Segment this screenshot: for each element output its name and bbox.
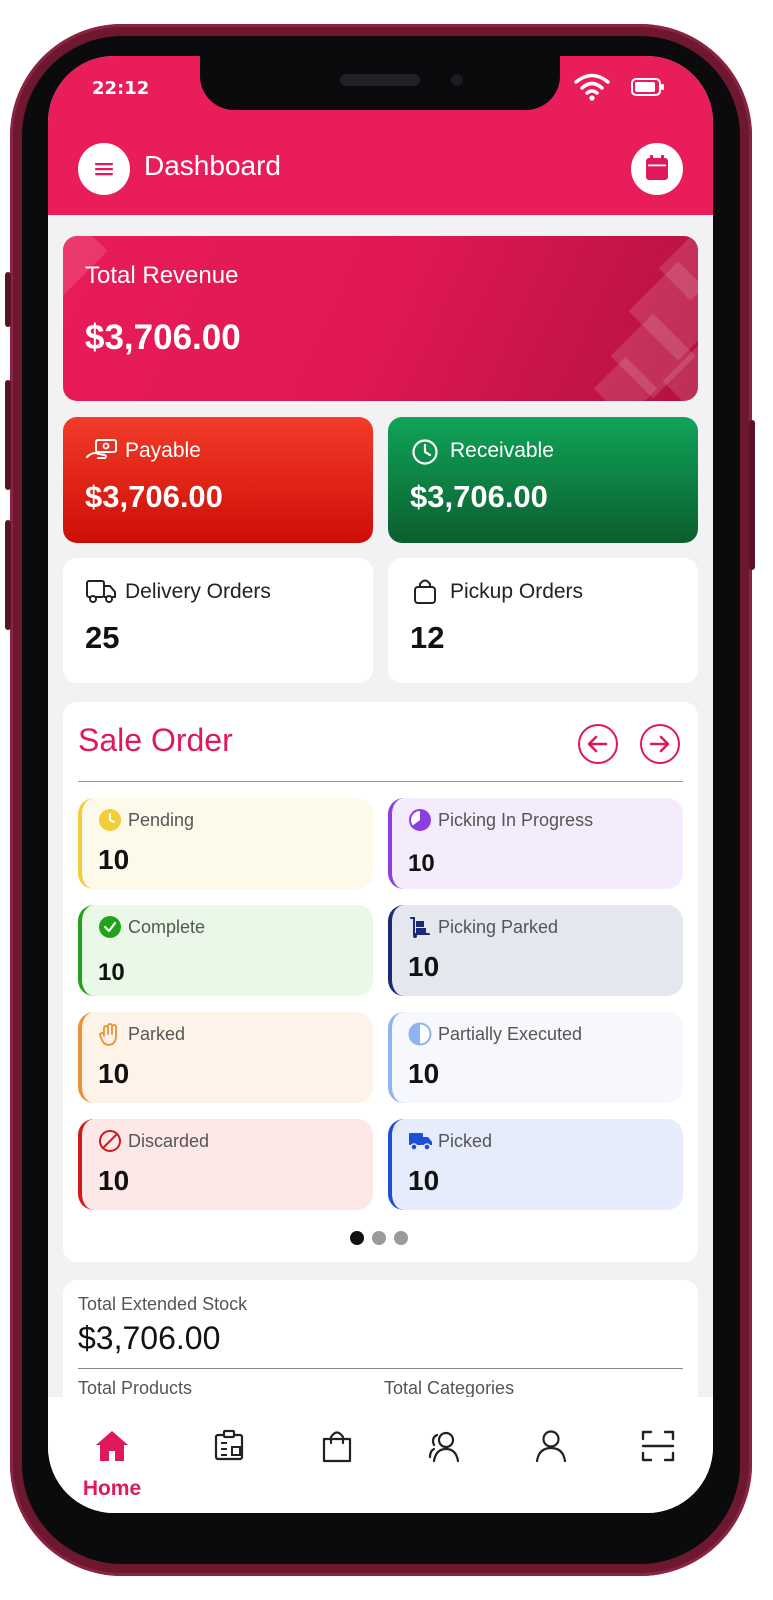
total-categories-label: Total Categories xyxy=(384,1378,515,1398)
pickup-orders-card[interactable]: Pickup Orders 12 xyxy=(388,558,698,683)
half-circle-icon xyxy=(408,1022,432,1046)
delivery-orders-value: 25 xyxy=(85,620,120,655)
profile-icon xyxy=(535,1430,567,1463)
status-card-picking-in-progress[interactable]: Picking In Progress 10 xyxy=(388,798,683,889)
calendar-icon xyxy=(646,155,668,180)
status-label: Picking In Progress xyxy=(438,810,594,830)
hand-money-icon xyxy=(86,439,117,459)
status-value: 10 xyxy=(98,1058,130,1089)
status-card-partially-executed[interactable]: Partially Executed 10 xyxy=(388,1012,683,1103)
shopping-bag-icon xyxy=(414,579,436,604)
clock-icon xyxy=(99,809,121,831)
nav-customers[interactable] xyxy=(399,1421,489,1491)
page-title: Dashboard xyxy=(144,150,281,181)
receivable-card[interactable]: Receivable $3,706.00 xyxy=(388,417,698,543)
status-card-picking-parked[interactable]: Picking Parked 10 xyxy=(388,905,683,996)
arrow-right-icon xyxy=(649,735,670,753)
page-dot[interactable] xyxy=(372,1231,386,1245)
divider xyxy=(78,1368,683,1369)
status-value: 10 xyxy=(98,959,125,986)
stock-label: Total Extended Stock xyxy=(78,1294,248,1314)
volume-up-button xyxy=(5,380,11,490)
home-icon xyxy=(96,1431,128,1461)
nav-orders[interactable] xyxy=(292,1421,382,1491)
scan-icon xyxy=(641,1430,675,1462)
status-label: Discarded xyxy=(128,1131,210,1151)
delivery-orders-card[interactable]: Delivery Orders 25 xyxy=(63,558,373,683)
status-value: 10 xyxy=(408,1058,440,1089)
check-circle-icon xyxy=(99,916,121,938)
status-time: 22:12 xyxy=(92,78,150,99)
page-indicator xyxy=(350,1230,416,1249)
bottom-navigation: Home xyxy=(48,1397,713,1513)
page-dot-active[interactable] xyxy=(350,1231,364,1245)
divider xyxy=(78,781,683,782)
volume-down-button xyxy=(5,520,11,630)
customers-icon xyxy=(428,1431,460,1463)
sale-order-section: Sale Order Pending 10 Picking In Progres… xyxy=(63,702,698,1262)
revenue-label: Total Revenue xyxy=(85,262,239,289)
inventory-icon xyxy=(214,1429,244,1461)
status-label: Picked xyxy=(438,1131,493,1151)
wifi-icon xyxy=(574,73,610,101)
mute-switch xyxy=(5,272,11,327)
battery-icon xyxy=(631,78,664,96)
status-label: Pending xyxy=(128,810,195,830)
next-page-button[interactable] xyxy=(640,724,680,764)
status-value: 10 xyxy=(98,1165,130,1196)
hand-stop-icon xyxy=(99,1023,117,1046)
nav-home[interactable]: Home xyxy=(67,1421,157,1500)
status-card-pending[interactable]: Pending 10 xyxy=(78,798,373,889)
status-label: Complete xyxy=(128,917,206,937)
delivery-orders-label: Delivery Orders xyxy=(125,580,271,603)
payable-label: Payable xyxy=(125,439,201,462)
progress-pie-icon xyxy=(409,809,431,831)
receivable-value: $3,706.00 xyxy=(410,479,548,514)
status-value: 10 xyxy=(408,951,440,982)
power-button xyxy=(749,420,755,570)
menu-button[interactable] xyxy=(78,143,130,195)
status-card-parked[interactable]: Parked 10 xyxy=(78,1012,373,1103)
shopping-bag-icon xyxy=(322,1431,352,1463)
status-label: Picking Parked xyxy=(438,917,559,937)
clock-icon xyxy=(412,439,438,465)
payable-value: $3,706.00 xyxy=(85,479,223,514)
phone-camera xyxy=(451,74,463,86)
receivable-label: Receivable xyxy=(450,439,554,462)
nav-home-label: Home xyxy=(82,1477,142,1500)
status-value: 10 xyxy=(98,844,130,875)
arrow-left-icon xyxy=(587,735,608,753)
delivery-truck-icon xyxy=(86,580,116,603)
nav-inventory[interactable] xyxy=(185,1421,275,1491)
status-card-discarded[interactable]: Discarded 10 xyxy=(78,1119,373,1210)
sale-order-title: Sale Order xyxy=(78,722,233,758)
status-card-picked[interactable]: Picked 10 xyxy=(388,1119,683,1210)
stock-value: $3,706.00 xyxy=(78,1320,221,1356)
status-label: Parked xyxy=(128,1024,186,1044)
delivery-truck-icon xyxy=(409,1133,432,1151)
ban-icon xyxy=(99,1130,121,1152)
page-dot[interactable] xyxy=(394,1231,408,1245)
payable-card[interactable]: Payable $3,706.00 xyxy=(63,417,373,543)
status-label: Partially Executed xyxy=(438,1024,583,1044)
hamburger-icon xyxy=(95,163,113,176)
calendar-button[interactable] xyxy=(631,143,683,195)
pickup-orders-value: 12 xyxy=(410,620,445,655)
phone-speaker xyxy=(340,74,420,86)
nav-profile[interactable] xyxy=(506,1421,596,1491)
revenue-value: $3,706.00 xyxy=(85,318,241,357)
total-products-label: Total Products xyxy=(78,1378,193,1398)
status-value: 10 xyxy=(408,1165,440,1196)
previous-page-button[interactable] xyxy=(578,724,618,764)
pickup-orders-label: Pickup Orders xyxy=(450,580,584,603)
total-revenue-card[interactable]: Total Revenue $3,706.00 xyxy=(63,236,698,401)
hand-truck-icon xyxy=(410,917,430,938)
status-card-complete[interactable]: Complete 10 xyxy=(78,905,373,996)
status-value: 10 xyxy=(408,850,435,877)
nav-scan[interactable] xyxy=(613,1421,703,1491)
app-screen: 22:12 Dashboard Total Revenue $3,706.00 … xyxy=(48,56,713,1513)
